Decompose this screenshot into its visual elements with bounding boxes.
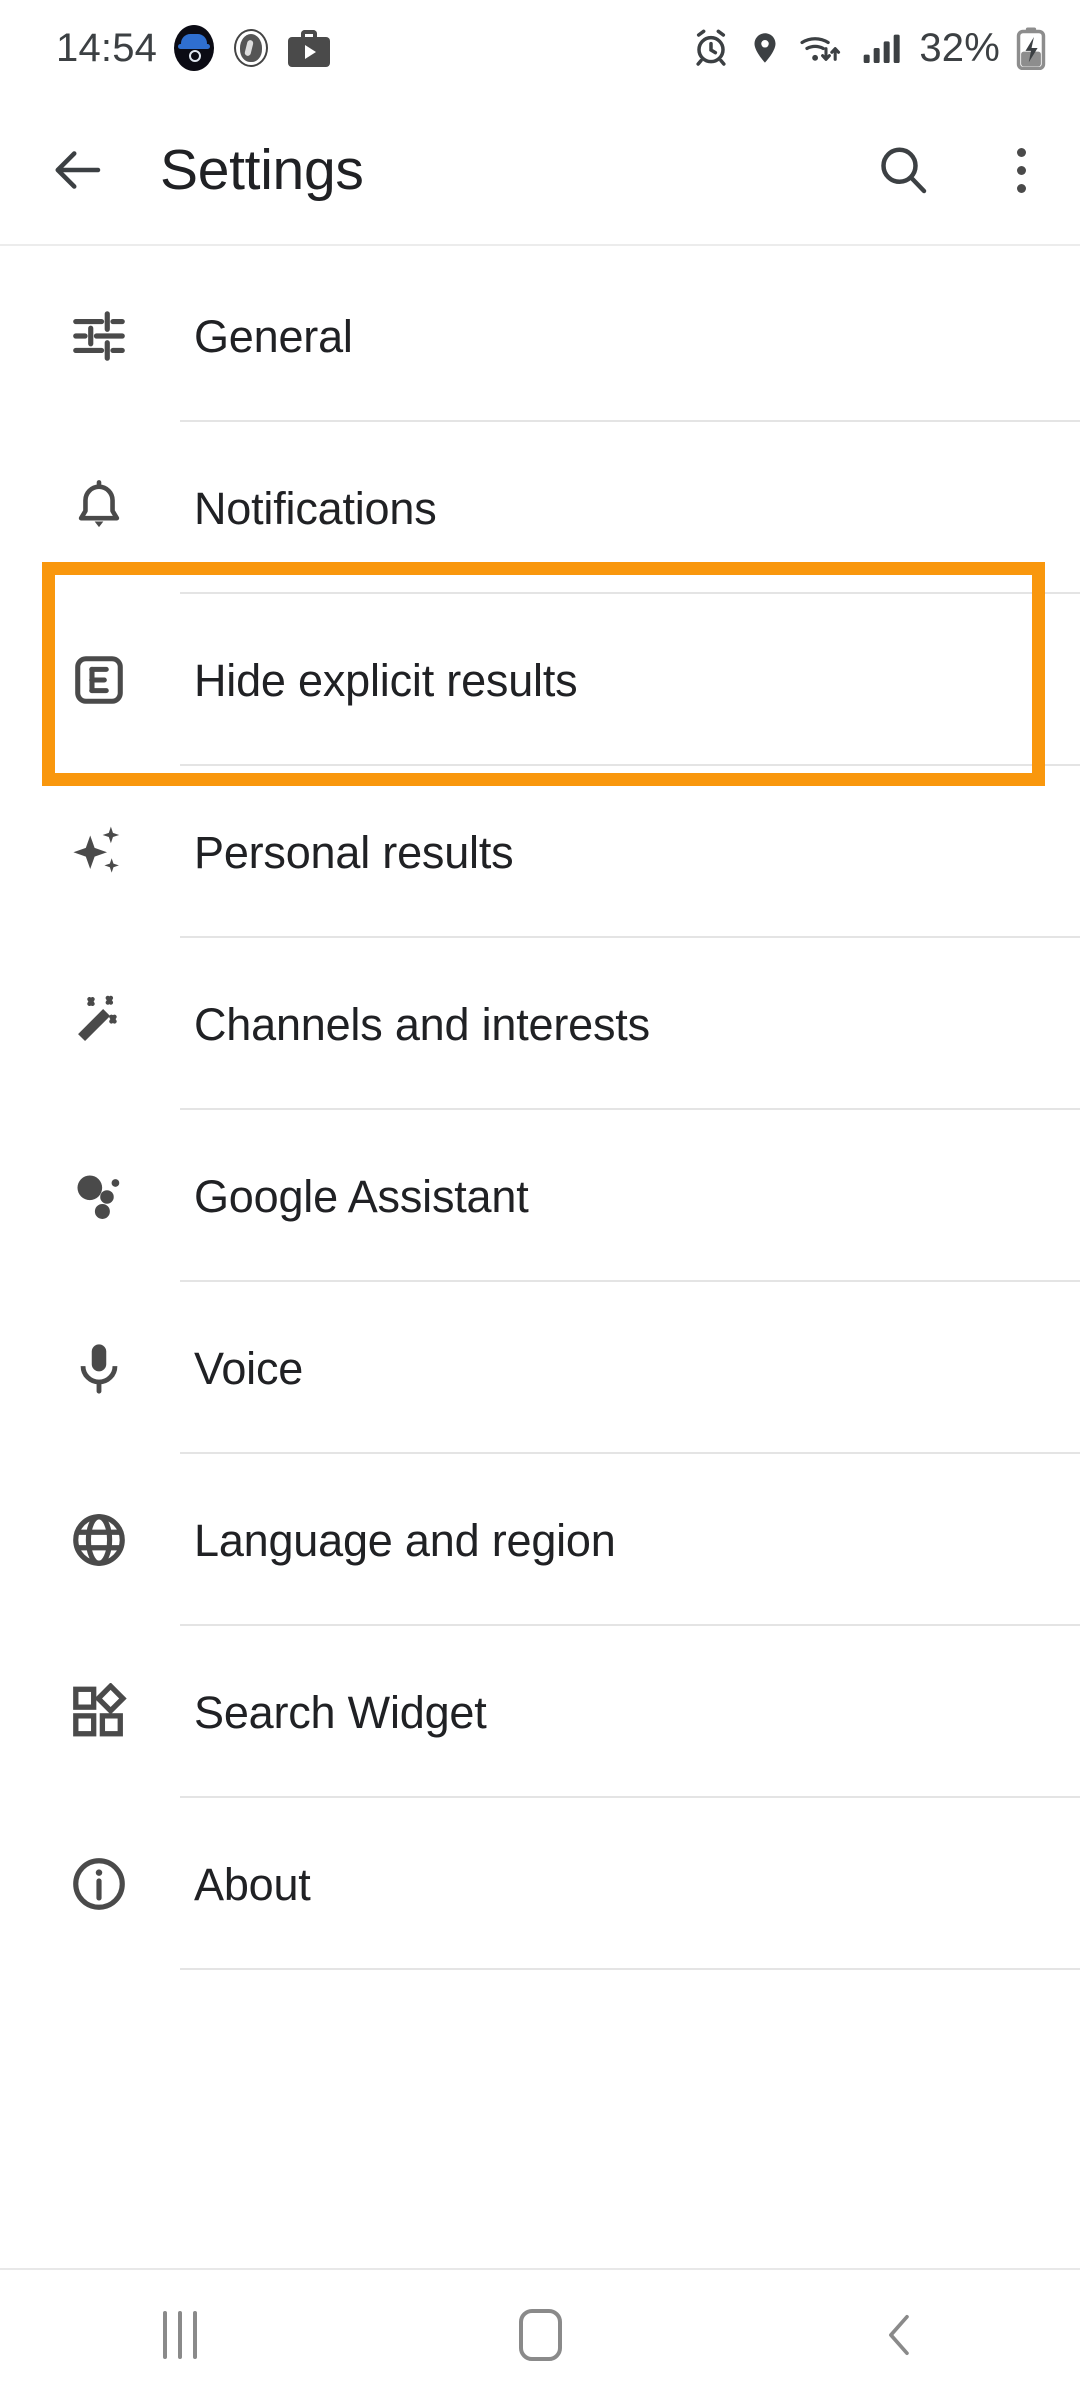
list-item-label: About [194, 1858, 311, 1910]
app-bar-actions [844, 111, 1080, 229]
settings-list: General Notifications Hide explicit resu… [0, 250, 1080, 1970]
nav-home-button[interactable] [440, 2270, 640, 2400]
status-clock: 14:54 [56, 25, 158, 70]
status-bar-right: 32% [691, 26, 1046, 70]
arrow-left-icon [55, 151, 101, 189]
info-circle-icon [66, 1851, 132, 1917]
incognito-search-icon [174, 24, 215, 71]
widgets-icon [66, 1679, 132, 1745]
list-item-label: Channels and interests [194, 998, 650, 1050]
back-button[interactable] [18, 110, 138, 230]
list-item-label: Voice [194, 1342, 304, 1394]
chevron-left-icon [889, 2314, 909, 2356]
list-divider [180, 1968, 1080, 1970]
assistant-dots-icon [66, 1163, 132, 1229]
nav-recents-button[interactable] [80, 2270, 280, 2400]
phone-screen: 14:54 32% Settings General Notifications… [0, 0, 1080, 2400]
status-bar: 14:54 32% [0, 0, 1080, 95]
location-pin-icon [754, 32, 776, 63]
app-bar-divider [0, 244, 1080, 246]
system-nav-bar [0, 2270, 1080, 2400]
tune-sliders-icon [66, 303, 132, 369]
list-item-hide-explicit-results[interactable]: Hide explicit results [0, 594, 1080, 766]
overflow-menu-button[interactable] [962, 111, 1080, 229]
list-item-label: Personal results [194, 826, 514, 878]
wifi-transfer-icon [800, 36, 841, 61]
alarm-icon [696, 29, 726, 66]
microphone-icon [66, 1335, 132, 1401]
explicit-e-icon [66, 647, 132, 713]
list-item-about[interactable]: About [0, 1798, 1080, 1970]
signal-bars-icon [863, 34, 900, 63]
globe-icon [66, 1507, 132, 1573]
list-item-general[interactable]: General [0, 250, 1080, 422]
home-icon [518, 2309, 562, 2361]
page-title: Settings [160, 137, 364, 202]
list-item-label: Notifications [194, 482, 437, 534]
list-item-language-and-region[interactable]: Language and region [0, 1454, 1080, 1626]
work-profile-play-icon [288, 29, 331, 67]
bell-icon [66, 475, 132, 541]
more-vert-icon [1016, 147, 1026, 193]
search-button[interactable] [844, 111, 962, 229]
battery-percent-label: 32% [919, 25, 1000, 70]
list-item-google-assistant[interactable]: Google Assistant [0, 1110, 1080, 1282]
list-item-label: Search Widget [194, 1686, 487, 1738]
list-item-label: Language and region [194, 1514, 616, 1566]
search-icon [881, 147, 927, 194]
list-item-label: General [194, 310, 353, 362]
magic-wand-icon [66, 991, 132, 1057]
spy-circle-icon [231, 25, 271, 71]
nav-back-button[interactable] [800, 2270, 1000, 2400]
status-bar-left: 14:54 [56, 24, 331, 71]
list-item-notifications[interactable]: Notifications [0, 422, 1080, 594]
sparkles-icon [66, 819, 132, 885]
recents-icon [163, 2311, 197, 2359]
list-item-personal-results[interactable]: Personal results [0, 766, 1080, 938]
list-item-label: Hide explicit results [194, 654, 578, 706]
battery-charging-icon [1016, 26, 1046, 70]
list-item-label: Google Assistant [194, 1170, 529, 1222]
list-item-channels-and-interests[interactable]: Channels and interests [0, 938, 1080, 1110]
list-item-voice[interactable]: Voice [0, 1282, 1080, 1454]
list-item-search-widget[interactable]: Search Widget [0, 1626, 1080, 1798]
app-bar: Settings [0, 95, 1080, 245]
